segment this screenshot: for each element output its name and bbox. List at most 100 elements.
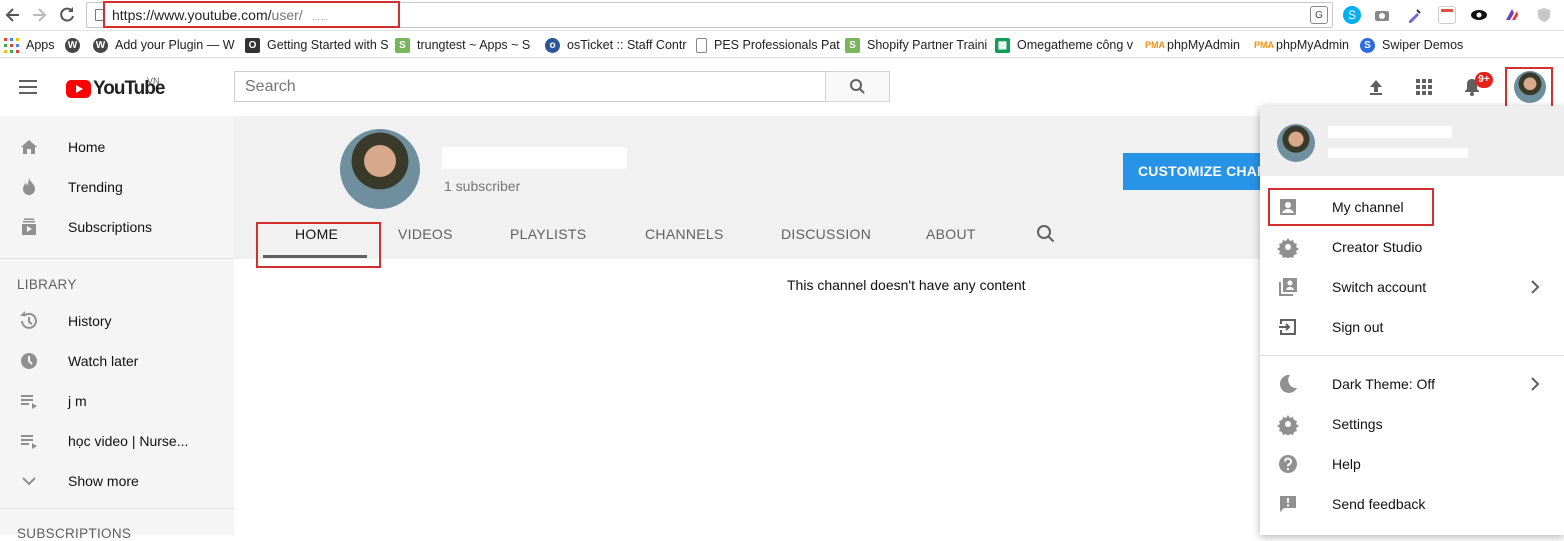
sidebar-item-home[interactable]: Home: [0, 127, 234, 167]
sidebar-item-playlist-jm[interactable]: j m: [0, 381, 234, 421]
bookmark-pes[interactable]: PES Professionals Pat: [696, 36, 840, 54]
menu-item-help[interactable]: Help: [1260, 444, 1564, 484]
browser-toolbar: https://www.youtube.com/user/... ... G S: [0, 0, 1564, 31]
apps-grid-icon[interactable]: [1413, 76, 1435, 98]
menu-item-dark-theme[interactable]: Dark Theme: Off: [1260, 364, 1564, 404]
bookmark-wordpress[interactable]: W: [65, 36, 87, 54]
bookmark-label: Add your Plugin — W: [115, 38, 235, 52]
subscriptions-heading: SUBSCRIPTIONS: [17, 526, 132, 541]
channel-name-redacted: [442, 147, 627, 169]
bookmark-phpmyadmin-2[interactable]: PMA phpMyAdmin: [1254, 36, 1349, 54]
bookmark-getting-started[interactable]: O Getting Started with S: [245, 36, 389, 54]
subscriber-count: 1 subscriber: [444, 178, 521, 194]
bookmark-apps[interactable]: Apps: [4, 36, 55, 54]
reload-icon[interactable]: [57, 5, 77, 25]
account-menu: My channel Creator Studio Switch account…: [1260, 106, 1564, 535]
clipboard-icon[interactable]: [1438, 6, 1456, 24]
menu-item-label: Creator Studio: [1332, 239, 1423, 255]
bookmark-label: phpMyAdmin: [1276, 38, 1349, 52]
bookmark-label: PES Professionals Pat: [714, 38, 840, 52]
menu-item-label: Dark Theme: Off: [1332, 376, 1435, 392]
menu-item-sign-out[interactable]: Sign out: [1260, 307, 1564, 347]
bookmark-osticket[interactable]: o osTicket :: Staff Contr: [545, 36, 687, 54]
skype-icon[interactable]: S: [1343, 6, 1361, 24]
sidebar-item-label: Subscriptions: [68, 219, 153, 235]
translate-icon[interactable]: G: [1310, 6, 1328, 24]
menu-item-label: Settings: [1332, 416, 1383, 432]
menu-item-label: Send feedback: [1332, 496, 1426, 512]
apps-grid-icon: [4, 37, 19, 53]
customize-channel-button[interactable]: CUSTOMIZE CHANNEL: [1123, 153, 1273, 190]
search-button[interactable]: [825, 71, 890, 102]
home-icon: [18, 136, 40, 158]
sidebar: Home Trending Subscriptions LIBRARY Hist…: [0, 116, 234, 541]
bookmark-omegatheme[interactable]: ▦ Omegatheme công v: [995, 36, 1133, 54]
menu-item-settings[interactable]: Settings: [1260, 404, 1564, 444]
shield-icon[interactable]: [1535, 6, 1553, 24]
wordpress-icon: W: [93, 37, 108, 53]
menu-item-switch-account[interactable]: Switch account: [1260, 267, 1564, 307]
switch-account-icon: [1277, 276, 1299, 298]
wordpress-icon: W: [65, 37, 80, 53]
clock-icon: [18, 350, 40, 372]
extension-logo-icon[interactable]: [1503, 6, 1521, 24]
bookmark-label: Swiper Demos: [1382, 38, 1464, 52]
upload-icon[interactable]: [1365, 76, 1387, 98]
bookmark-trungtest[interactable]: S trungtest ~ Apps ~ S: [395, 36, 530, 54]
sidebar-divider: [0, 258, 234, 259]
chevron-down-icon: [18, 470, 40, 492]
channel-avatar[interactable]: [340, 129, 420, 209]
search-input[interactable]: [235, 72, 826, 101]
back-arrow-icon[interactable]: [3, 5, 23, 25]
bookmark-swiper[interactable]: S Swiper Demos: [1360, 36, 1463, 54]
account-name-redacted: [1328, 126, 1452, 138]
menu-item-label: Sign out: [1332, 319, 1384, 335]
o-icon: O: [245, 37, 260, 53]
forward-arrow-icon[interactable]: [29, 5, 49, 25]
color-picker-icon[interactable]: [1406, 6, 1424, 24]
bookmark-label: trungtest ~ Apps ~ S: [417, 38, 531, 52]
bookmark-add-plugin[interactable]: W Add your Plugin — W: [93, 36, 235, 54]
bookmark-label: Getting Started with S: [267, 38, 389, 52]
highlight-box-my-channel: [1268, 188, 1434, 226]
search-box[interactable]: [234, 71, 826, 102]
sidebar-item-trending[interactable]: Trending: [0, 167, 234, 207]
channel-search-icon[interactable]: [1035, 223, 1057, 245]
menu-item-send-feedback[interactable]: Send feedback: [1260, 484, 1564, 524]
shopify-icon: S: [395, 37, 410, 53]
swiper-icon: S: [1360, 37, 1375, 53]
menu-icon[interactable]: [19, 80, 37, 94]
bookmark-shopify-partner[interactable]: S Shopify Partner Traini: [845, 36, 987, 54]
camera-icon[interactable]: [1373, 6, 1391, 24]
sheets-icon: ▦: [995, 37, 1010, 53]
sidebar-item-watch-later[interactable]: Watch later: [0, 341, 234, 381]
eye-icon[interactable]: [1470, 6, 1488, 24]
highlight-box-home-tab: [256, 222, 381, 268]
sidebar-item-show-more[interactable]: Show more: [0, 461, 234, 501]
tab-videos[interactable]: VIDEOS: [398, 226, 453, 242]
chevron-right-icon: [1524, 373, 1546, 395]
trending-flame-icon: [18, 176, 40, 198]
library-heading: LIBRARY: [17, 277, 77, 292]
gear-icon: [1277, 413, 1299, 435]
tab-playlists[interactable]: PLAYLISTS: [510, 226, 586, 242]
highlight-box-avatar: [1505, 67, 1553, 108]
tab-channels[interactable]: CHANNELS: [645, 226, 724, 242]
sidebar-item-history[interactable]: History: [0, 301, 234, 341]
tab-discussion[interactable]: DISCUSSION: [781, 226, 871, 242]
bookmark-phpmyadmin-1[interactable]: PMA phpMyAdmin: [1145, 36, 1240, 54]
menu-divider: [1260, 355, 1564, 356]
phpmyadmin-icon: PMA: [1145, 39, 1165, 50]
menu-avatar: [1277, 124, 1315, 162]
highlight-box-url: [103, 1, 400, 28]
sidebar-item-label: Home: [68, 139, 106, 155]
sidebar-item-subscriptions[interactable]: Subscriptions: [0, 207, 234, 247]
account-menu-header: [1260, 106, 1564, 176]
tab-about[interactable]: ABOUT: [926, 226, 976, 242]
playlist-icon: [18, 430, 40, 452]
gear-icon: [1277, 236, 1299, 258]
menu-item-label: Help: [1332, 456, 1361, 472]
sidebar-item-playlist-hoc-video[interactable]: học video | Nurse...: [0, 421, 234, 461]
notification-badge: 9+: [1475, 72, 1493, 88]
menu-item-creator-studio[interactable]: Creator Studio: [1260, 227, 1564, 267]
